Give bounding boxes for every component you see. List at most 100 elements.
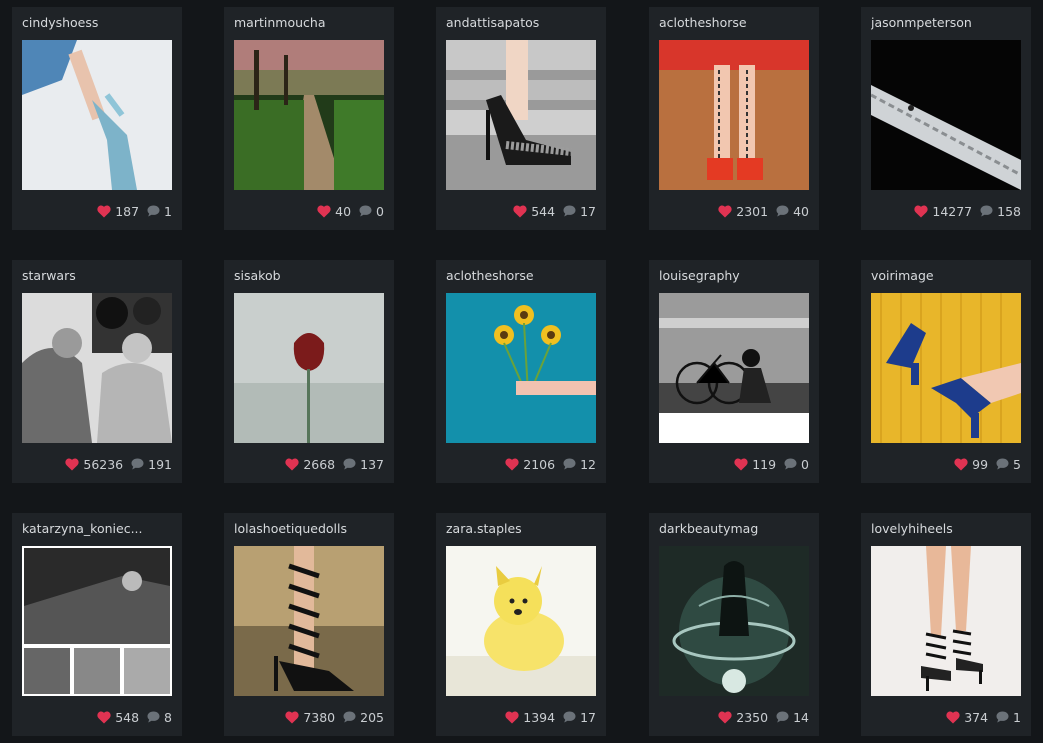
heart-icon[interactable] [734,458,748,471]
heart-icon[interactable] [285,458,299,471]
comment-icon[interactable] [343,711,356,723]
post-username[interactable]: katarzyna_koniec... [22,521,143,536]
strappy-heels-legs-photo[interactable] [871,546,1021,696]
dark-fantasy-art-photo-graphic [659,546,809,696]
heart-icon[interactable] [97,711,111,724]
comment-icon[interactable] [343,458,356,470]
post-stats: 7380 205 [285,709,384,725]
post-username[interactable]: darkbeautymag [659,521,758,536]
red-dress-tattooed-legs-photo[interactable] [659,40,809,190]
sunflowers-hand-photo-graphic [446,293,596,443]
comments-count: 17 [580,203,596,219]
post-card-7[interactable]: sisakob 2668 137 [224,260,394,483]
red-tulip-photo[interactable] [234,293,384,443]
post-username[interactable]: cindyshoess [22,15,98,30]
aerial-bridge-photo[interactable] [871,40,1021,190]
likes-count: 374 [964,709,989,725]
forest-path-photo[interactable] [234,40,384,190]
post-card-9[interactable]: louisegraphy 119 0 [649,260,819,483]
heart-icon[interactable] [505,711,519,724]
post-card-6[interactable]: starwars 56236 191 [12,260,182,483]
yellow-puppy-photo-graphic [446,546,596,696]
comment-icon[interactable] [980,205,993,217]
comments-count: 17 [580,709,596,725]
comment-icon[interactable] [147,711,160,723]
post-card-13[interactable]: zara.staples 1394 17 [436,513,606,736]
comment-icon[interactable] [996,711,1009,723]
heart-icon[interactable] [954,458,968,471]
comment-icon[interactable] [776,711,789,723]
girl-bicycle-photo[interactable] [659,293,809,443]
post-card-10[interactable]: voirimage 99 5 [861,260,1031,483]
post-card-11[interactable]: katarzyna_koniec... 548 8 [12,513,182,736]
heart-icon[interactable] [946,711,960,724]
film-set-camera-photo[interactable] [22,293,172,443]
heart-icon[interactable] [513,205,527,218]
leg-blue-heels-photo[interactable] [22,40,172,190]
aerial-bridge-photo-graphic [871,40,1021,190]
sunflowers-hand-photo[interactable] [446,293,596,443]
post-stats: 374 1 [946,709,1021,725]
post-username[interactable]: voirimage [871,268,934,283]
post-card-2[interactable]: martinmoucha 40 0 [224,7,394,230]
post-card-15[interactable]: lovelyhiheels 374 1 [861,513,1031,736]
comment-icon[interactable] [563,205,576,217]
comments-count: 158 [997,203,1021,219]
post-username[interactable]: andattisapatos [446,15,539,30]
heart-icon[interactable] [285,711,299,724]
comments-count: 205 [360,709,384,725]
post-username[interactable]: louisegraphy [659,268,740,283]
comments-count: 0 [376,203,384,219]
post-username[interactable]: aclotheshorse [446,268,534,283]
comments-count: 191 [148,456,172,472]
leg-blue-heels-photo-graphic [22,40,172,190]
heart-icon[interactable] [914,205,928,218]
heart-icon[interactable] [718,205,732,218]
photo-grid: cindyshoess 187 1 martinmoucha 40 0 anda [0,0,1043,743]
post-username[interactable]: starwars [22,268,76,283]
comment-icon[interactable] [131,458,144,470]
heart-icon[interactable] [505,458,519,471]
strappy-heels-legs-photo-graphic [871,546,1021,696]
dark-fantasy-art-photo[interactable] [659,546,809,696]
comment-icon[interactable] [563,458,576,470]
likes-count: 187 [115,203,140,219]
fashion-collage-photo-graphic [22,546,172,696]
post-username[interactable]: martinmoucha [234,15,325,30]
post-username[interactable]: zara.staples [446,521,522,536]
post-card-8[interactable]: aclotheshorse 2106 12 [436,260,606,483]
post-username[interactable]: lovelyhiheels [871,521,953,536]
comment-icon[interactable] [359,205,372,217]
likes-count: 2301 [736,203,769,219]
comment-icon[interactable] [147,205,160,217]
post-card-14[interactable]: darkbeautymag 2350 14 [649,513,819,736]
post-card-12[interactable]: lolashoetiquedolls 7380 205 [224,513,394,736]
comments-count: 5 [1013,456,1021,472]
post-card-5[interactable]: jasonmpeterson 14277 158 [861,7,1031,230]
blue-heels-yellow-wall-photo[interactable] [871,293,1021,443]
comment-icon[interactable] [996,458,1009,470]
comment-icon[interactable] [776,205,789,217]
post-stats: 2668 137 [285,456,384,472]
heart-icon[interactable] [97,205,111,218]
heart-icon[interactable] [317,205,331,218]
post-card-3[interactable]: andattisapatos 544 17 [436,7,606,230]
likes-count: 7380 [303,709,336,725]
comment-icon[interactable] [563,711,576,723]
heart-icon[interactable] [65,458,79,471]
black-sandal-steps-photo[interactable] [446,40,596,190]
post-username[interactable]: lolashoetiquedolls [234,521,347,536]
post-username[interactable]: sisakob [234,268,281,283]
fashion-collage-photo[interactable] [22,546,172,696]
post-stats: 544 17 [513,203,596,219]
post-stats: 187 1 [97,203,172,219]
post-username[interactable]: aclotheshorse [659,15,747,30]
comments-count: 8 [164,709,172,725]
yellow-puppy-photo[interactable] [446,546,596,696]
post-card-1[interactable]: cindyshoess 187 1 [12,7,182,230]
heart-icon[interactable] [718,711,732,724]
strappy-black-heels-photo[interactable] [234,546,384,696]
post-card-4[interactable]: aclotheshorse 2301 40 [649,7,819,230]
post-username[interactable]: jasonmpeterson [871,15,972,30]
comment-icon[interactable] [784,458,797,470]
